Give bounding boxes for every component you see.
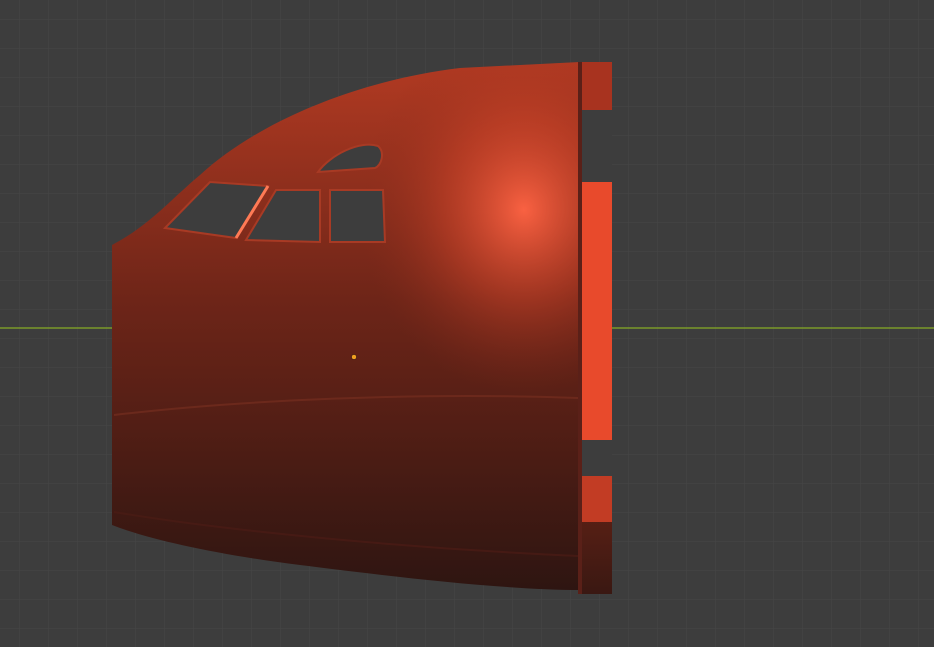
rim-tab-mid: [580, 182, 612, 440]
rim-inner-edge: [578, 62, 582, 594]
origin-point-marker[interactable]: [351, 354, 357, 360]
cockpit-window-3: [329, 189, 387, 243]
rim-tab-upper: [582, 62, 612, 110]
rim-tab-lower: [580, 476, 612, 522]
3d-viewport[interactable]: [0, 0, 934, 647]
rim-cutout-top: [580, 110, 612, 182]
rim-cutout-bottom: [580, 440, 612, 476]
